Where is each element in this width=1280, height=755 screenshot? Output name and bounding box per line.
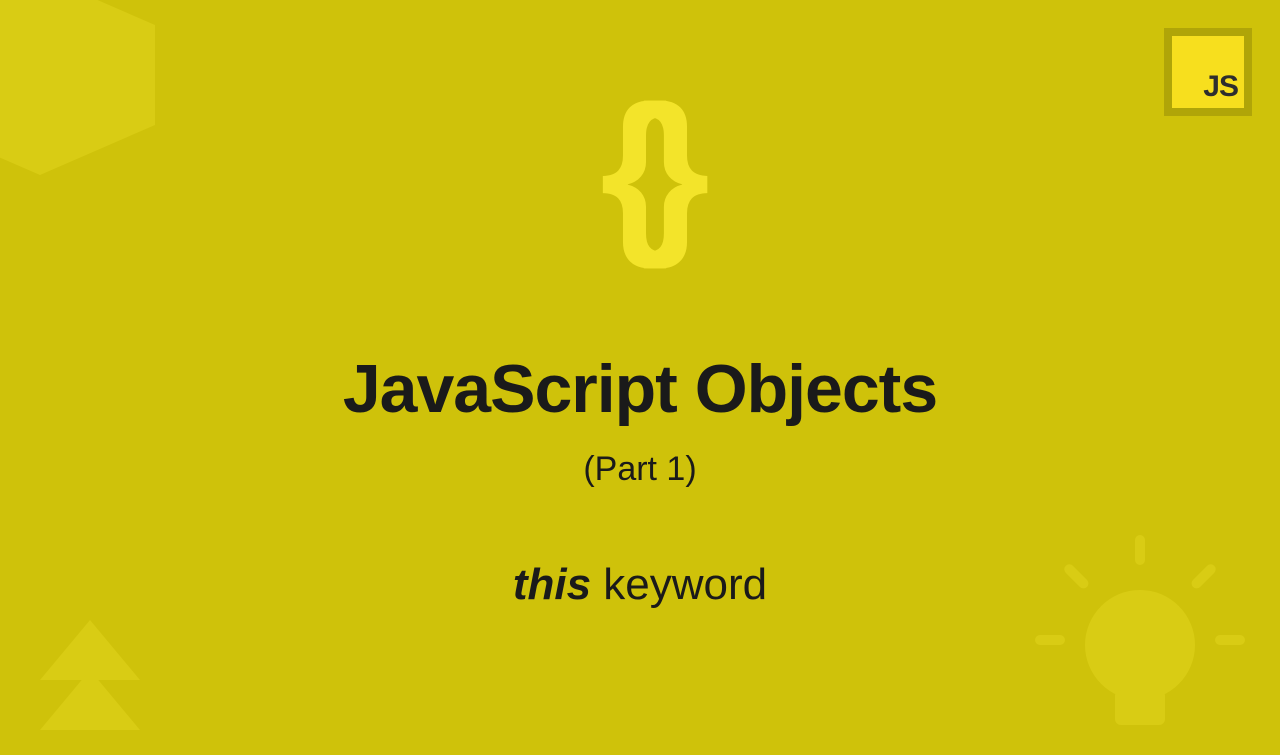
subtitle-emphasis: this [513,560,591,609]
lightbulb-icon [1030,530,1250,750]
braces-icon: {} [600,80,680,260]
subtitle-rest: keyword [591,560,767,609]
page-title: JavaScript Objects [0,350,1280,428]
arrow-up-icon [30,600,150,740]
js-logo-badge: JS [1164,28,1252,116]
js-logo-text: JS [1203,70,1238,104]
hexagon-decoration [0,0,155,175]
part-label: (Part 1) [0,450,1280,489]
